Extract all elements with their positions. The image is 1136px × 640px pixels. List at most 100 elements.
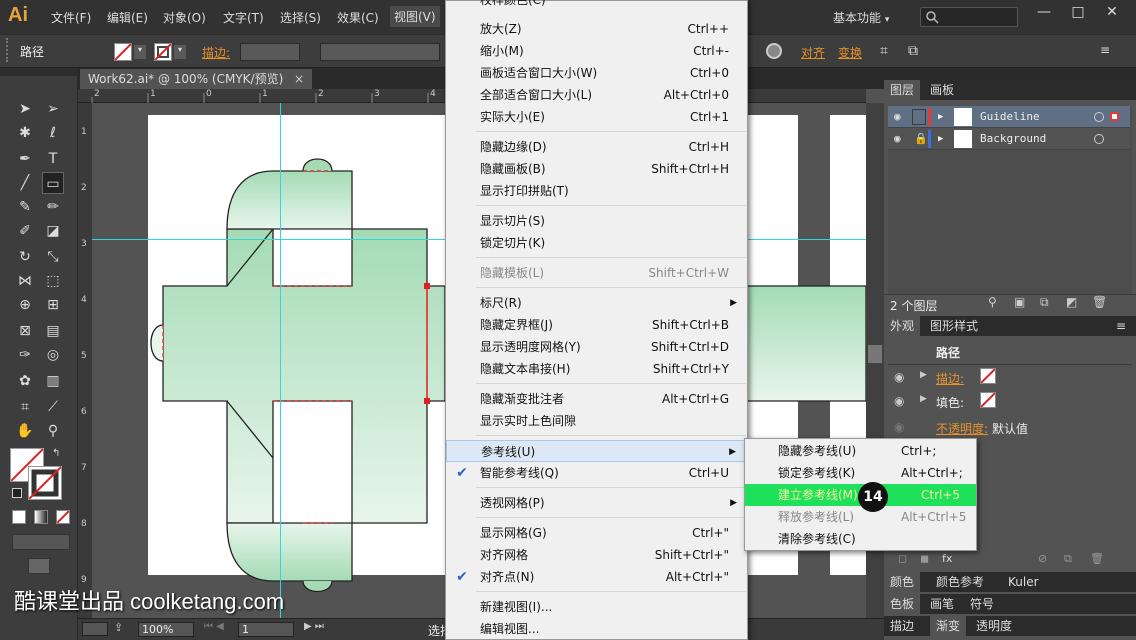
menu-edit[interactable]: 编辑(E): [107, 9, 148, 26]
search-input[interactable]: [920, 7, 1018, 27]
menu-item-show-print-tiling[interactable]: 显示打印拼贴(T): [446, 180, 747, 202]
menu-item-hide-text-threads[interactable]: 隐藏文本串接(H) Shift+Ctrl+Y: [446, 358, 747, 380]
pencil-tool-icon[interactable]: ✏: [42, 196, 64, 218]
tab-close-icon[interactable]: ×: [294, 69, 304, 89]
menu-item-show-slices[interactable]: 显示切片(S): [446, 210, 747, 232]
menu-effect[interactable]: 效果(C): [337, 9, 379, 26]
tab-stroke[interactable]: 描边: [884, 616, 920, 636]
view-toggle-icon[interactable]: [82, 622, 108, 636]
free-transform-tool-icon[interactable]: ⬚: [42, 270, 64, 292]
tab-brushes[interactable]: 画笔: [924, 594, 960, 614]
target-icon[interactable]: [1094, 134, 1104, 144]
pen-tool-icon[interactable]: ✒: [14, 148, 36, 170]
eraser-tool-icon[interactable]: ◪: [42, 220, 64, 242]
scroll-thumb[interactable]: [868, 345, 882, 363]
page-select[interactable]: 1: [238, 622, 294, 637]
submenu-item-lock-guides[interactable]: 锁定参考线(K) Alt+Ctrl+;: [745, 462, 976, 484]
locate-object-icon[interactable]: ⚲: [988, 295, 997, 309]
target-icon[interactable]: [1094, 112, 1104, 122]
blend-tool-icon[interactable]: ◎: [42, 344, 64, 366]
menu-item-lock-slices[interactable]: 锁定切片(K): [446, 232, 747, 254]
vertical-guide[interactable]: [280, 103, 281, 618]
clear-appearance-icon[interactable]: ⊘: [1038, 552, 1047, 565]
lasso-tool-icon[interactable]: ℓ: [42, 122, 64, 144]
document-tab[interactable]: Work62.ai* @ 100% (CMYK/预览) ×: [80, 69, 312, 89]
expand-arrow-icon[interactable]: ▶: [920, 394, 927, 404]
tab-graphic-styles[interactable]: 图形样式: [924, 316, 984, 336]
layer-row-guideline[interactable]: ◉ ▶ Guideline: [888, 106, 1130, 128]
type-tool-icon[interactable]: T: [42, 148, 64, 170]
stroke-weight-field[interactable]: [240, 43, 300, 61]
duplicate-item-icon[interactable]: ⧉: [1064, 552, 1072, 566]
menu-item-show-live-paint-gaps[interactable]: 显示实时上色间隙: [446, 410, 747, 432]
menu-item-show-grid[interactable]: 显示网格(G) Ctrl+": [446, 522, 747, 544]
menu-item-zoom-in[interactable]: 放大(Z) Ctrl++: [446, 18, 747, 40]
draw-modes-icon[interactable]: [12, 534, 70, 550]
menu-item-fit-artboard[interactable]: 画板适合窗口大小(W) Ctrl+0: [446, 62, 747, 84]
stroke-color-box[interactable]: [28, 466, 62, 500]
menu-item-rulers[interactable]: 标尺(R) ▶: [446, 292, 747, 314]
tab-transparency[interactable]: 透明度: [970, 616, 1018, 636]
stroke-weight-label[interactable]: 描边:: [202, 44, 230, 61]
recolor-icon[interactable]: [766, 43, 782, 59]
tab-symbols[interactable]: 符号: [964, 594, 1000, 614]
menu-item-show-transparency-grid[interactable]: 显示透明度网格(Y) Shift+Ctrl+D: [446, 336, 747, 358]
menu-item-zoom-out[interactable]: 缩小(M) Ctrl+-: [446, 40, 747, 62]
fill-swatch[interactable]: [114, 43, 132, 61]
tab-layers[interactable]: 图层: [884, 80, 921, 100]
scale-tool-icon[interactable]: ⤡: [42, 246, 64, 268]
lock-icon[interactable]: 🔒: [914, 128, 928, 150]
menu-item-perspective-grid[interactable]: 透视网格(P) ▶: [446, 492, 747, 514]
menu-item-proof-colors[interactable]: 校样颜色(C): [446, 0, 747, 11]
perspective-grid-tool-icon[interactable]: ⊞: [42, 294, 64, 316]
first-page-icon[interactable]: ⏮ ◀: [204, 621, 224, 632]
column-graph-tool-icon[interactable]: ▥: [42, 370, 64, 392]
menu-file[interactable]: 文件(F): [51, 9, 91, 26]
selection-tool-icon[interactable]: ➤: [14, 98, 36, 120]
width-tool-icon[interactable]: ⋈: [14, 270, 36, 292]
eye-icon[interactable]: ◉: [894, 106, 901, 128]
color-mode-icon[interactable]: [12, 510, 26, 524]
gradient-mode-icon[interactable]: [34, 510, 48, 524]
grip-handle[interactable]: [6, 38, 14, 62]
eye-icon[interactable]: ◉: [894, 394, 904, 408]
new-stroke-icon[interactable]: ◻: [898, 552, 907, 565]
align-link[interactable]: 对齐: [801, 44, 825, 61]
symbol-sprayer-tool-icon[interactable]: ✿: [14, 370, 36, 392]
gradient-tool-icon[interactable]: ▤: [42, 320, 64, 342]
make-clipping-mask-icon[interactable]: ▣: [1014, 295, 1025, 309]
appearance-opacity-label[interactable]: 不透明度:: [936, 420, 988, 437]
transform-link[interactable]: 变换: [838, 44, 862, 61]
artboard-tool-icon[interactable]: ⌗: [14, 396, 36, 418]
swap-colors-icon[interactable]: ↰: [52, 448, 60, 459]
vertical-ruler[interactable]: 1 2 3 4 5 6 7 8 9: [78, 103, 92, 618]
appearance-stroke-label[interactable]: 描边:: [936, 370, 964, 387]
blob-brush-tool-icon[interactable]: ✐: [14, 220, 36, 242]
tab-appearance[interactable]: 外观: [884, 316, 921, 336]
eye-icon[interactable]: ◉: [894, 128, 901, 150]
menu-view[interactable]: 视图(V): [390, 6, 440, 27]
share-icon[interactable]: ⇪: [114, 621, 123, 634]
eye-icon[interactable]: ◉: [894, 420, 904, 434]
direct-selection-tool-icon[interactable]: ➢: [42, 98, 64, 120]
arrange-icon[interactable]: ⧉: [908, 43, 918, 59]
menu-select[interactable]: 选择(S): [280, 9, 321, 26]
tab-gradient[interactable]: 渐变: [930, 616, 967, 636]
next-page-icon[interactable]: ▶ ⏭: [304, 621, 324, 632]
none-mode-icon[interactable]: [56, 510, 70, 524]
submenu-item-clear-guides[interactable]: 清除参考线(C): [745, 528, 976, 550]
mesh-tool-icon[interactable]: ⊠: [14, 320, 36, 342]
new-fill-icon[interactable]: ◼: [920, 552, 929, 565]
stroke-swatch[interactable]: [154, 43, 172, 61]
new-sublayer-icon[interactable]: ⧉: [1040, 295, 1049, 310]
lock-toggle[interactable]: [912, 109, 926, 125]
layer-name[interactable]: Background: [980, 128, 1046, 150]
menu-item-smart-guides[interactable]: ✔ 智能参考线(Q) Ctrl+U: [446, 462, 747, 484]
menu-item-guides[interactable]: 参考线(U) ▶: [446, 440, 747, 462]
menu-item-fit-all[interactable]: 全部适合窗口大小(L) Alt+Ctrl+0: [446, 84, 747, 106]
rectangle-tool-icon[interactable]: ▭: [42, 172, 64, 194]
panel-menu-icon[interactable]: ≡: [1110, 316, 1132, 336]
eye-icon[interactable]: ◉: [894, 370, 904, 384]
line-tool-icon[interactable]: ╱: [14, 172, 36, 194]
zoom-select[interactable]: 100%: [138, 622, 194, 637]
